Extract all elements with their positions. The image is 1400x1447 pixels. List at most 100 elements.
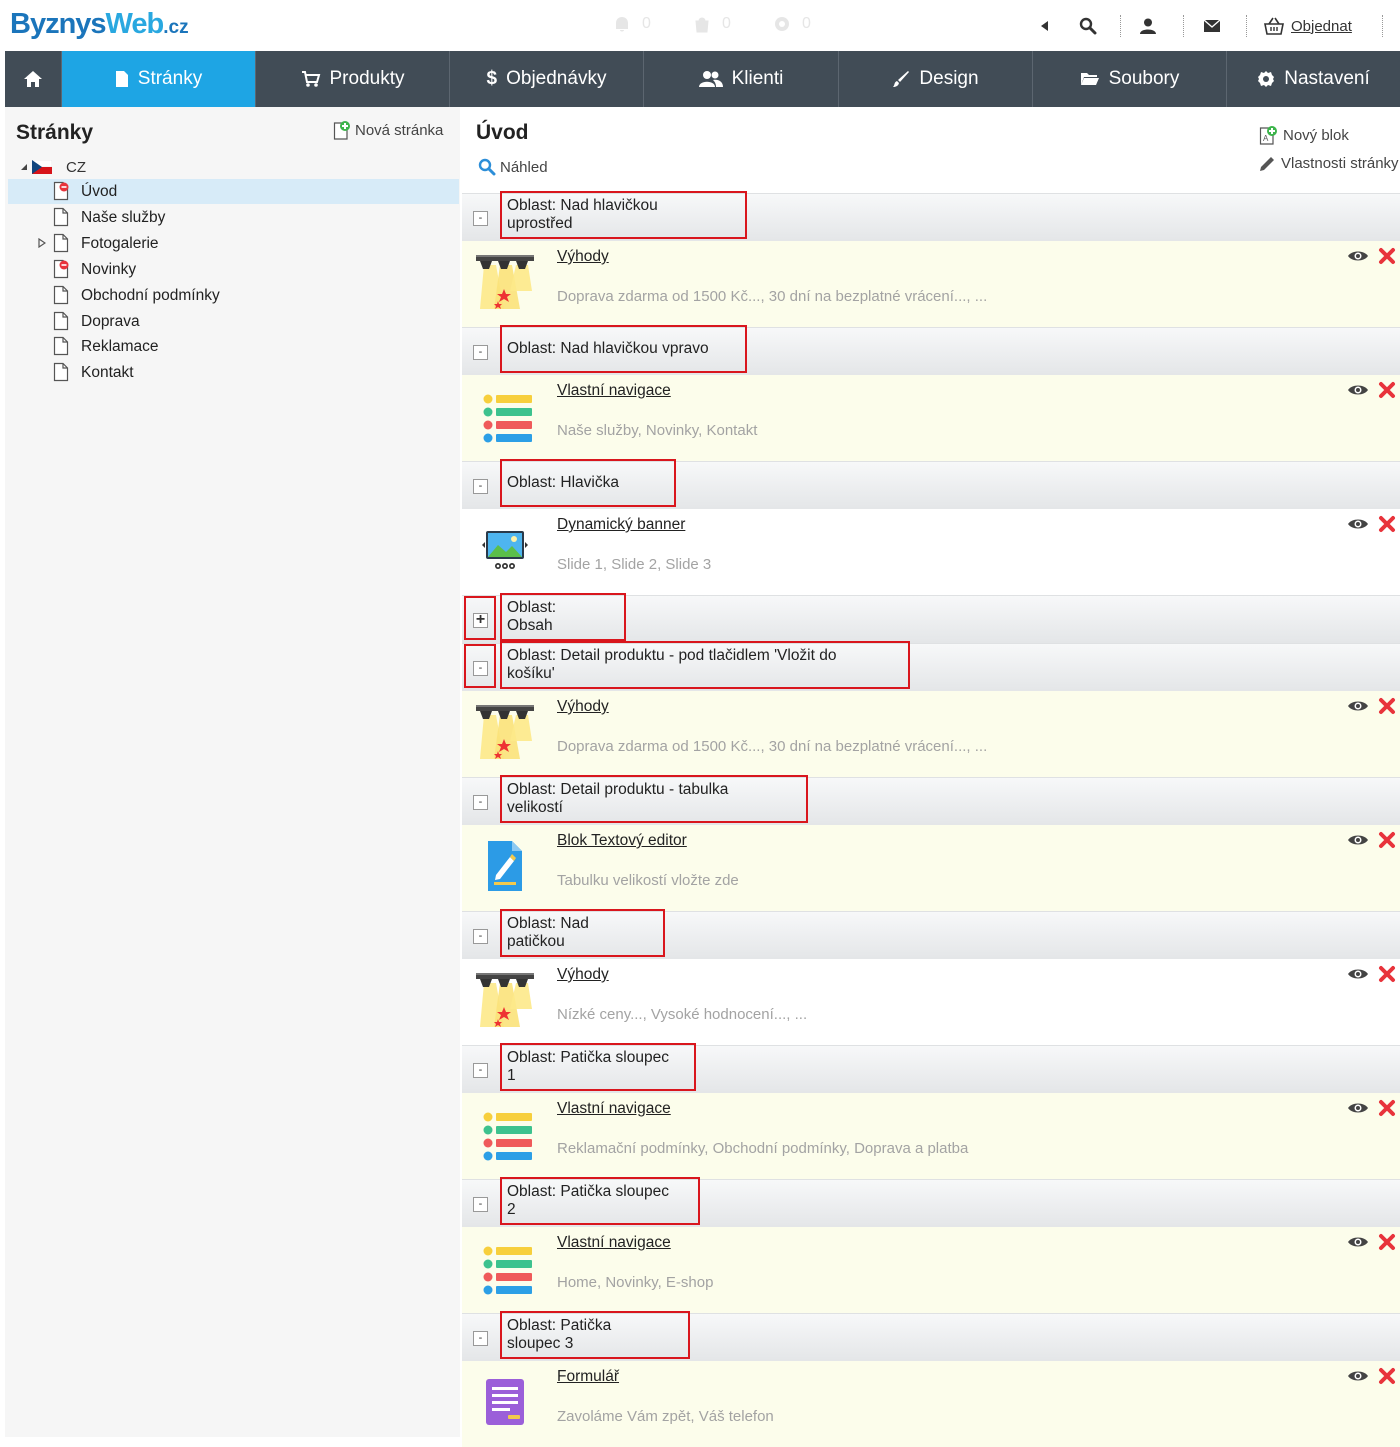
sidebar-item-uvod[interactable]: Úvod: [8, 179, 459, 204]
menu-products[interactable]: Produkty: [256, 51, 450, 107]
back-icon[interactable]: [1034, 16, 1054, 36]
collapse-toggle[interactable]: -: [473, 661, 488, 676]
eye-icon[interactable]: [1347, 1235, 1369, 1249]
tree-root-cz[interactable]: CZ: [19, 157, 86, 177]
block-item[interactable]: Vlastní navigace Naše služby, Novinky, K…: [462, 375, 1400, 461]
notif-count-2: 0: [722, 15, 731, 32]
eye-icon[interactable]: [1347, 699, 1369, 713]
collapse-arrow-icon: [21, 164, 27, 170]
eye-icon[interactable]: [1347, 967, 1369, 981]
delete-icon[interactable]: [1378, 1367, 1396, 1385]
block-title-link[interactable]: Vlastní navigace: [557, 382, 671, 400]
logo[interactable]: ByznysWeb.cz: [10, 8, 189, 41]
menu-pages[interactable]: Stránky: [62, 51, 256, 107]
collapse-toggle[interactable]: -: [473, 345, 488, 360]
block-description: Home, Novinky, E-shop: [557, 1274, 714, 1291]
menu-orders[interactable]: $ Objednávky: [450, 51, 644, 107]
delete-icon[interactable]: [1378, 247, 1396, 265]
sidebar-item-label: Úvod: [81, 182, 118, 200]
collapse-toggle[interactable]: -: [473, 1331, 488, 1346]
menu-products-label: Produkty: [329, 68, 405, 89]
block-item[interactable]: Dynamický banner Slide 1, Slide 2, Slide…: [462, 509, 1400, 595]
delete-icon[interactable]: [1378, 381, 1396, 399]
new-block-button[interactable]: A Nový blok: [1259, 125, 1349, 145]
block-title-link[interactable]: Výhody: [557, 966, 609, 984]
block-title-link[interactable]: Výhody: [557, 248, 609, 266]
menu-design[interactable]: Design: [839, 51, 1033, 107]
eye-icon[interactable]: [1347, 1369, 1369, 1383]
collapse-toggle[interactable]: -: [473, 929, 488, 944]
notification-settings[interactable]: 0: [772, 14, 811, 34]
collapse-toggle[interactable]: -: [473, 1197, 488, 1212]
block-title-link[interactable]: Vlastní navigace: [557, 1234, 671, 1252]
sidebar-item-obchodni-podminky[interactable]: Obchodní podmínky: [8, 283, 459, 308]
expand-arrow-icon[interactable]: [38, 238, 46, 248]
sidebar-item-label: Naše služby: [81, 208, 166, 226]
logo-part2: Web: [105, 8, 165, 40]
home-icon: [24, 71, 42, 87]
sidebar-item-fotogalerie[interactable]: Fotogalerie: [8, 231, 459, 256]
page-properties-button[interactable]: Vlastnosti stránky: [1259, 155, 1399, 172]
delete-icon[interactable]: [1378, 697, 1396, 715]
bell-icon: [616, 17, 628, 32]
block-item[interactable]: Formulář Zavoláme Vám zpět, Váš telefon: [462, 1361, 1400, 1447]
area-label: Oblast: Detail produktu - tabulka veliko…: [500, 775, 808, 823]
separator: [1183, 15, 1184, 37]
mail-icon[interactable]: [1202, 16, 1222, 36]
eye-icon[interactable]: [1347, 249, 1369, 263]
top-bar: ByznysWeb.cz 0 0 0 Objednat: [0, 0, 1400, 51]
block-item[interactable]: Výhody Nízké ceny..., Vysoké hodnocení..…: [462, 959, 1400, 1045]
sidebar-item-kontakt[interactable]: Kontakt: [8, 360, 459, 385]
block-title-link[interactable]: Blok Textový editor: [557, 832, 687, 850]
block-title-link[interactable]: Formulář: [557, 1368, 619, 1386]
delete-icon[interactable]: [1378, 515, 1396, 533]
block-item[interactable]: Výhody Doprava zdarma od 1500 Kč..., 30 …: [462, 691, 1400, 777]
page-title: Úvod: [476, 121, 529, 144]
eye-icon[interactable]: [1347, 1101, 1369, 1115]
sidebar-item-reklamace[interactable]: Reklamace: [8, 334, 459, 359]
sidebar-item-doprava[interactable]: Doprava: [8, 309, 459, 334]
collapse-toggle[interactable]: -: [473, 1063, 488, 1078]
area-label: Oblast: Patička sloupec 2: [500, 1177, 700, 1225]
block-description: Naše služby, Novinky, Kontakt: [557, 422, 758, 439]
order-link[interactable]: Objednat: [1264, 17, 1352, 35]
delete-icon[interactable]: [1378, 1233, 1396, 1251]
block-item[interactable]: Vlastní navigace Reklamační podmínky, Ob…: [462, 1093, 1400, 1179]
sidebar-item-novinky[interactable]: Novinky: [8, 257, 459, 282]
menu-files[interactable]: Soubory: [1033, 51, 1227, 107]
block-item[interactable]: Výhody Doprava zdarma od 1500 Kč..., 30 …: [462, 241, 1400, 327]
cart-icon: [301, 71, 320, 87]
notification-bell[interactable]: 0: [612, 14, 651, 34]
sidebar-item-nase-sluzby[interactable]: Naše služby: [8, 205, 459, 230]
block-title-link[interactable]: Výhody: [557, 698, 609, 716]
basket-icon: [1264, 17, 1284, 35]
page-icon: [53, 207, 69, 227]
delete-icon[interactable]: [1378, 1099, 1396, 1117]
delete-icon[interactable]: [1378, 965, 1396, 983]
block-item[interactable]: Vlastní navigace Home, Novinky, E-shop: [462, 1227, 1400, 1313]
collapse-toggle[interactable]: -: [473, 795, 488, 810]
area-label: Oblast: Obsah: [500, 593, 626, 641]
eye-icon[interactable]: [1347, 517, 1369, 531]
block-title-link[interactable]: Dynamický banner: [557, 516, 685, 534]
delete-icon[interactable]: [1378, 831, 1396, 849]
collapse-toggle[interactable]: -: [473, 211, 488, 226]
collapse-toggle[interactable]: -: [473, 479, 488, 494]
menu-settings[interactable]: Nastavení: [1227, 51, 1400, 107]
eye-icon[interactable]: [1347, 383, 1369, 397]
block-title-link[interactable]: Vlastní navigace: [557, 1100, 671, 1118]
eye-icon[interactable]: [1347, 833, 1369, 847]
area-label: Oblast: Detail produktu - pod tlačidlem …: [500, 641, 910, 689]
menu-clients[interactable]: Klienti: [644, 51, 839, 107]
menu-home[interactable]: [5, 51, 62, 107]
notification-orders[interactable]: 0: [692, 14, 731, 34]
dollar-icon: $: [486, 68, 498, 89]
menu-settings-label: Nastavení: [1284, 68, 1370, 89]
expand-toggle[interactable]: +: [473, 612, 488, 628]
new-page-button[interactable]: Nová stránka: [333, 120, 443, 140]
block-item[interactable]: Blok Textový editor Tabulku velikostí vl…: [462, 825, 1400, 911]
tree-root-label: CZ: [66, 158, 86, 176]
user-icon[interactable]: [1138, 16, 1158, 36]
preview-link[interactable]: Náhled: [478, 158, 548, 176]
search-icon[interactable]: [1078, 16, 1098, 36]
